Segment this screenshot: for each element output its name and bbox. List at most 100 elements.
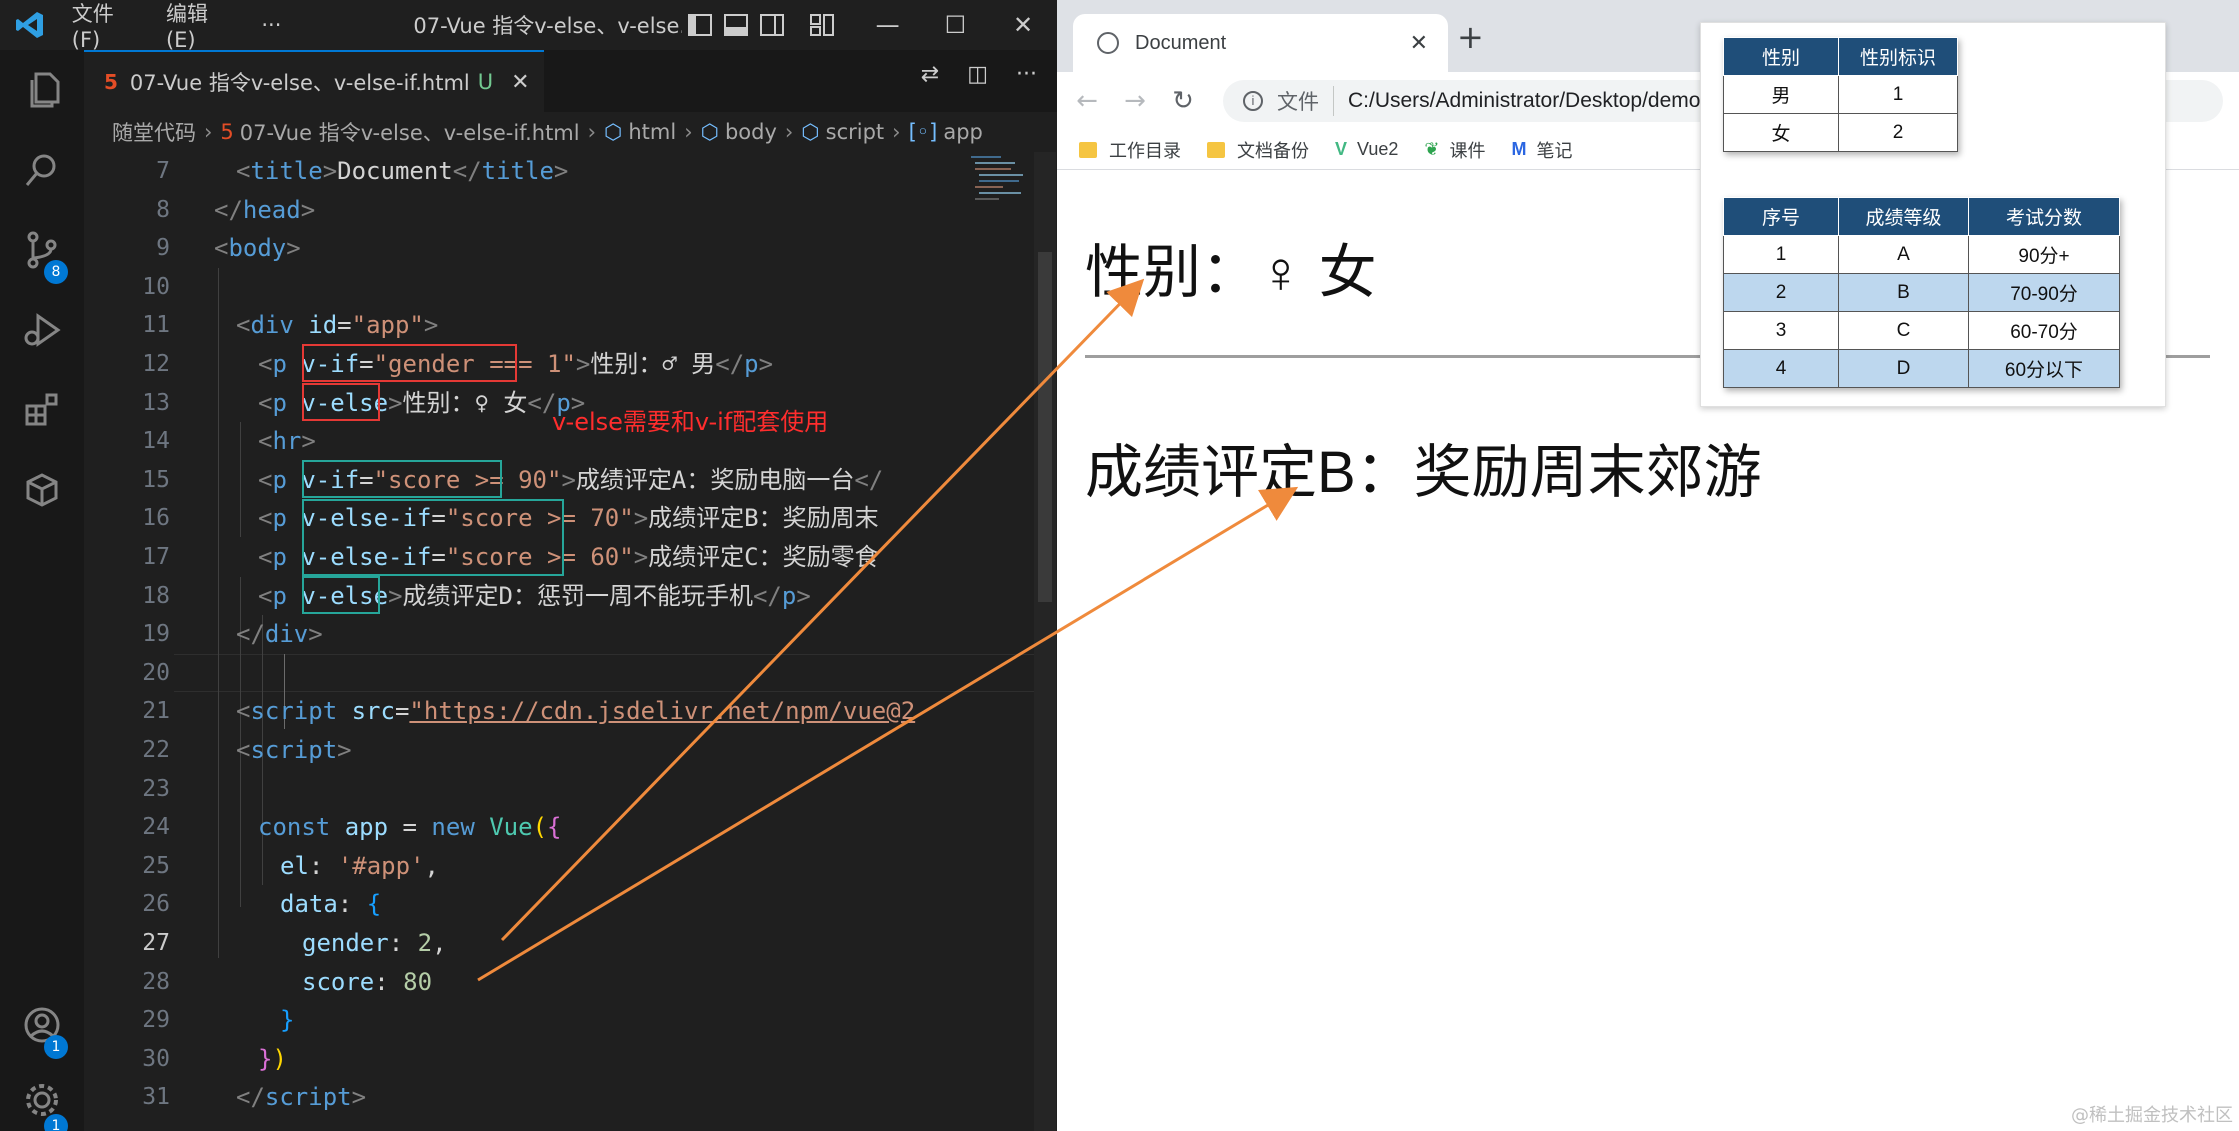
toggle-panel-icon[interactable] — [718, 7, 754, 43]
table-cell: 2 — [1838, 113, 1958, 152]
search-icon[interactable] — [0, 130, 84, 210]
table-row: 3 C 60-70分 — [1723, 311, 2120, 350]
breadcrumb-file[interactable]: 07-Vue 指令v-else、v-else-if.html — [240, 117, 580, 147]
account-icon[interactable]: 1 — [0, 985, 84, 1065]
address-scheme: 文件 — [1277, 86, 1334, 116]
bookmark-folder-backup[interactable]: 文档备份 — [1207, 137, 1309, 163]
line-number: 12 — [142, 351, 170, 377]
line-number: 16 — [142, 505, 170, 532]
element-icon: ⬡ — [700, 120, 719, 144]
line-number-gutter: 7 8 9 10 11 12 13 14 15 16 17 18 19 20 21 22 23 24 25 26 27 2… — [84, 152, 174, 1131]
line-number: 27 — [142, 930, 170, 956]
gender-table-header: 性别标识 — [1838, 37, 1958, 76]
source-control-icon[interactable]: 8 — [0, 210, 84, 290]
run-debug-icon[interactable] — [0, 290, 84, 370]
bookmark-label: 课件 — [1449, 140, 1486, 161]
code-line-9: <body> — [214, 234, 301, 263]
scm-badge: 8 — [44, 260, 68, 284]
table-cell: 60分以下 — [1968, 349, 2120, 388]
line-number: 18 — [142, 582, 170, 609]
html5-file-icon: 5 — [220, 120, 234, 144]
line-number: 23 — [142, 775, 170, 802]
close-browser-tab-icon[interactable]: ✕ — [1410, 30, 1428, 56]
watermark: @稀土掘金技术社区 — [2071, 1105, 2233, 1126]
bookmark-courseware[interactable]: ❦ 课件 — [1424, 137, 1485, 163]
line-number: 19 — [142, 621, 170, 648]
toggle-sidebar-icon[interactable] — [682, 7, 718, 43]
open-changes-icon[interactable]: ⇄ — [921, 62, 939, 87]
line-number: 20 — [142, 659, 170, 686]
table-cell: 男 — [1723, 75, 1839, 114]
line-number: 15 — [142, 466, 170, 493]
browser-tab-title: Document — [1135, 31, 1227, 54]
bookmark-vue2[interactable]: V Vue2 — [1335, 139, 1398, 160]
menu-edit[interactable]: 编辑(E) — [154, 0, 249, 52]
code-line-26: data: { — [280, 890, 382, 919]
new-tab-button[interactable]: + — [1457, 18, 1484, 56]
globe-icon — [1097, 32, 1119, 54]
close-tab-icon[interactable]: ✕ — [511, 70, 529, 95]
table-cell: 3 — [1723, 311, 1839, 350]
extensions-icon[interactable] — [0, 370, 84, 450]
score-table: 序号 成绩等级 考试分数 1 A 90分+ 2 B 70-90分 3 C 60-… — [1723, 197, 2120, 388]
split-editor-icon[interactable]: ◫ — [967, 62, 988, 87]
customize-layout-icon[interactable] — [804, 7, 840, 43]
more-actions-icon[interactable]: ··· — [1016, 62, 1037, 87]
menu-more[interactable]: ··· — [249, 13, 293, 37]
scrollbar-thumb[interactable] — [1038, 252, 1052, 602]
reload-icon[interactable]: ↻ — [1159, 86, 1207, 116]
bookmark-label: 工作目录 — [1109, 140, 1181, 161]
code-editor[interactable]: 7 8 9 10 11 12 13 14 15 16 17 18 19 20 21 22 23 24 25 26 27 2… — [84, 152, 1057, 1131]
html5-file-icon: 5 — [104, 70, 118, 94]
line-number: 10 — [142, 273, 170, 300]
settings-badge: 1 — [44, 1114, 68, 1131]
line-number: 26 — [142, 891, 170, 918]
remote-explorer-icon[interactable] — [0, 450, 84, 530]
vue-logo-icon: V — [1335, 139, 1348, 159]
editor-actions: ⇄ ◫ ··· — [921, 62, 1037, 87]
line-number: 22 — [142, 737, 170, 763]
table-cell: D — [1838, 349, 1969, 388]
gender-table: 性别 性别标识 男 1 女 2 — [1723, 37, 1958, 152]
line-number: 31 — [142, 1084, 170, 1111]
settings-gear-icon[interactable]: 1 — [0, 1060, 84, 1131]
activity-bar: 8 1 1 — [0, 50, 84, 1131]
toggle-secondary-sidebar-icon[interactable] — [754, 7, 790, 43]
forward-arrow-icon[interactable]: → — [1111, 86, 1159, 116]
score-table-header: 成绩等级 — [1838, 197, 1969, 236]
breadcrumb-body[interactable]: body — [725, 120, 777, 144]
minimap[interactable] — [969, 152, 1044, 272]
code-line-14: <hr> — [258, 427, 316, 456]
back-arrow-icon[interactable]: ← — [1063, 86, 1111, 116]
score-paragraph: 成绩评定B：奖励周末郊游 — [1085, 440, 1762, 505]
browser-tab[interactable]: Document ✕ — [1073, 14, 1448, 72]
gender-paragraph: 性别：♀ 女 — [1085, 240, 1377, 305]
breadcrumb-html[interactable]: html — [628, 120, 676, 144]
code-line-29: } — [280, 1006, 295, 1035]
explorer-icon[interactable] — [0, 50, 84, 130]
breadcrumb-folder[interactable]: 随堂代码 — [112, 117, 196, 147]
bookmark-folder-workdir[interactable]: 工作目录 — [1079, 137, 1181, 163]
menu-file[interactable]: 文件(F) — [60, 0, 154, 52]
table-cell: 2 — [1723, 273, 1839, 312]
line-number: 28 — [142, 968, 170, 995]
gender-table-header: 性别 — [1723, 37, 1839, 76]
editor-tab[interactable]: 5 07-Vue 指令v-else、v-else-if.html U ✕ — [84, 50, 544, 112]
account-badge: 1 — [44, 1035, 68, 1059]
code-area[interactable]: <title>Document</title> </head> <body> <… — [214, 152, 1044, 1131]
minimize-button[interactable]: — — [854, 11, 922, 39]
breadcrumb-app[interactable]: app — [943, 120, 983, 144]
table-cell: 4 — [1723, 349, 1839, 388]
site-info-icon[interactable]: i — [1243, 91, 1263, 111]
breadcrumb-script[interactable]: script — [826, 120, 885, 144]
notes-logo-icon: M — [1511, 139, 1527, 159]
annotation-note: v-else需要和v-if配套使用 — [552, 408, 829, 436]
vertical-scrollbar[interactable] — [1034, 152, 1056, 1131]
maximize-button[interactable]: ☐ — [922, 11, 990, 39]
table-cell: 女 — [1723, 113, 1839, 152]
close-window-button[interactable]: ✕ — [989, 11, 1057, 39]
line-number: 24 — [142, 814, 170, 841]
variable-icon: [◦] — [908, 120, 938, 144]
score-table-header: 序号 — [1723, 197, 1839, 236]
bookmark-notes[interactable]: M 笔记 — [1511, 137, 1572, 163]
